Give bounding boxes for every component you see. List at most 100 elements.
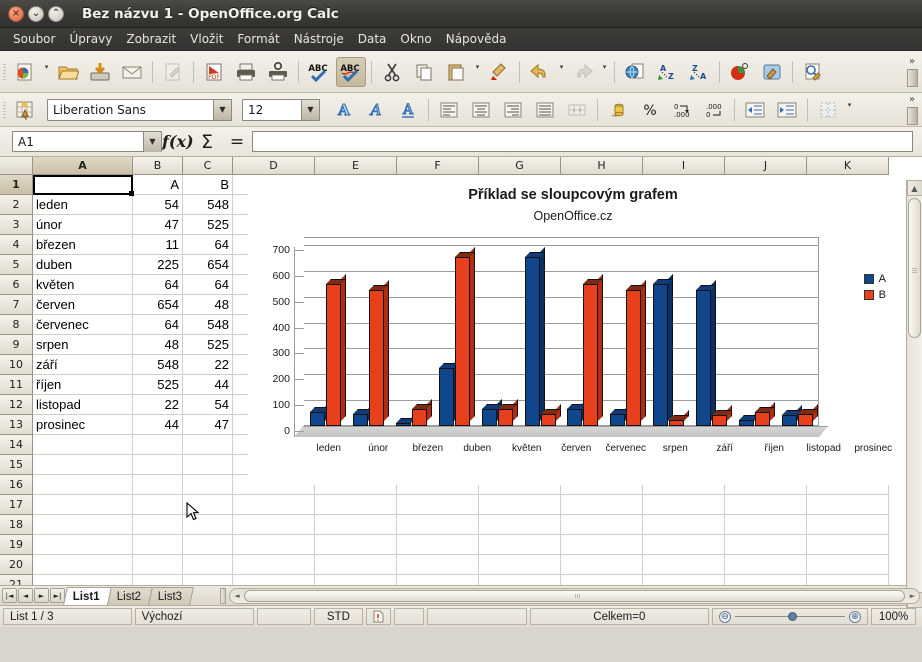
align-center-icon[interactable]: [466, 95, 496, 125]
cell-K21[interactable]: [807, 575, 889, 585]
cell-C6[interactable]: 64: [183, 275, 233, 295]
export-pdf-icon[interactable]: PDF: [199, 57, 229, 87]
cell-C19[interactable]: [183, 535, 233, 555]
draw-functions-icon[interactable]: [757, 57, 787, 87]
row-header-8[interactable]: 8: [0, 315, 33, 335]
italic-icon[interactable]: A: [361, 95, 391, 125]
cell-C16[interactable]: [183, 475, 233, 495]
column-header-c[interactable]: C: [183, 157, 233, 175]
cell-B19[interactable]: [133, 535, 183, 555]
cell-D21[interactable]: [233, 575, 315, 585]
horizontal-scroll-thumb[interactable]: [244, 589, 905, 602]
cell-B11[interactable]: 525: [133, 375, 183, 395]
sort-ascending-icon[interactable]: A Z: [652, 57, 682, 87]
decrease-indent-icon[interactable]: [740, 95, 770, 125]
styles-and-formatting-icon[interactable]: [10, 95, 40, 125]
cell-E18[interactable]: [315, 515, 397, 535]
name-box[interactable]: A1 ▼: [12, 131, 162, 152]
cell-K19[interactable]: [807, 535, 889, 555]
cell-B5[interactable]: 225: [133, 255, 183, 275]
digital-signature-field[interactable]: [393, 608, 425, 625]
row-header-10[interactable]: 10: [0, 355, 33, 375]
cell-A5[interactable]: duben: [33, 255, 133, 275]
row-header-18[interactable]: 18: [0, 515, 33, 535]
column-header-i[interactable]: I: [643, 157, 725, 175]
zoom-handle[interactable]: [787, 612, 797, 621]
cell-F18[interactable]: [397, 515, 479, 535]
menu-item-upravy[interactable]: Úpravy: [62, 30, 119, 48]
sheet-tab-list1[interactable]: List1: [63, 586, 112, 605]
row-header-1[interactable]: 1: [0, 175, 33, 195]
redo-dropdown-arrow[interactable]: ▾: [599, 63, 610, 80]
cell-A18[interactable]: [33, 515, 133, 535]
menu-item-napoveda[interactable]: Nápověda: [439, 30, 514, 48]
cell-B10[interactable]: 548: [133, 355, 183, 375]
clone-formatting-icon[interactable]: [484, 57, 514, 87]
zoom-slider[interactable]: ⊖ ⊕: [712, 608, 869, 625]
hyperlink-icon[interactable]: [620, 57, 650, 87]
cell-A8[interactable]: červenec: [33, 315, 133, 335]
cell-B2[interactable]: 54: [133, 195, 183, 215]
font-name-combo[interactable]: Liberation Sans ▼: [47, 98, 232, 121]
cell-A3[interactable]: únor: [33, 215, 133, 235]
row-header-7[interactable]: 7: [0, 295, 33, 315]
menu-item-vlozit[interactable]: Vložit: [183, 30, 230, 48]
paste-icon[interactable]: [441, 57, 471, 87]
chart-object[interactable]: Příklad se sloupcovým grafem OpenOffice.…: [248, 175, 898, 485]
formula-button[interactable]: =: [222, 132, 252, 152]
cell-F19[interactable]: [397, 535, 479, 555]
column-header-f[interactable]: F: [397, 157, 479, 175]
cell-C5[interactable]: 654: [183, 255, 233, 275]
align-right-icon[interactable]: [498, 95, 528, 125]
cell-B4[interactable]: 11: [133, 235, 183, 255]
justified-icon[interactable]: [530, 95, 560, 125]
cell-B18[interactable]: [133, 515, 183, 535]
previous-sheet-button[interactable]: ◄: [18, 588, 33, 603]
sheet-tab-list3[interactable]: List3: [148, 586, 195, 605]
cell-C17[interactable]: [183, 495, 233, 515]
menu-item-zobrazit[interactable]: Zobrazit: [119, 30, 183, 48]
cell-B1[interactable]: A: [133, 175, 183, 195]
cell-C8[interactable]: 548: [183, 315, 233, 335]
cut-icon[interactable]: [377, 57, 407, 87]
row-header-3[interactable]: 3: [0, 215, 33, 235]
cell-I20[interactable]: [643, 555, 725, 575]
column-header-d[interactable]: D: [233, 157, 315, 175]
row-header-13[interactable]: 13: [0, 415, 33, 435]
redo-icon[interactable]: [568, 57, 598, 87]
edit-file-icon[interactable]: [158, 57, 188, 87]
cell-A10[interactable]: září: [33, 355, 133, 375]
cell-H18[interactable]: [561, 515, 643, 535]
row-header-16[interactable]: 16: [0, 475, 33, 495]
name-box-dropdown-arrow[interactable]: ▼: [143, 131, 161, 152]
cell-H21[interactable]: [561, 575, 643, 585]
merge-cells-icon[interactable]: [562, 95, 592, 125]
cell-G18[interactable]: [479, 515, 561, 535]
cell-F21[interactable]: [397, 575, 479, 585]
bold-icon[interactable]: A: [329, 95, 359, 125]
borders-icon[interactable]: [813, 95, 843, 125]
scroll-up-button[interactable]: ▲: [906, 180, 922, 196]
page-style-field[interactable]: Výchozí: [134, 608, 255, 625]
cell-C1[interactable]: B: [183, 175, 233, 195]
cell-C4[interactable]: 64: [183, 235, 233, 255]
cell-E17[interactable]: [315, 495, 397, 515]
cell-B21[interactable]: [133, 575, 183, 585]
new-dropdown-arrow[interactable]: ▾: [41, 63, 52, 80]
cell-E20[interactable]: [315, 555, 397, 575]
cell-K17[interactable]: [807, 495, 889, 515]
formatting-toolbar-overflow[interactable]: »: [904, 93, 920, 126]
cell-J18[interactable]: [725, 515, 807, 535]
row-header-2[interactable]: 2: [0, 195, 33, 215]
row-header-9[interactable]: 9: [0, 335, 33, 355]
cell-C12[interactable]: 54: [183, 395, 233, 415]
cell-G20[interactable]: [479, 555, 561, 575]
cell-B16[interactable]: [133, 475, 183, 495]
cell-J19[interactable]: [725, 535, 807, 555]
font-size-combo[interactable]: 12 ▼: [242, 98, 320, 121]
column-header-b[interactable]: B: [133, 157, 183, 175]
cell-H19[interactable]: [561, 535, 643, 555]
row-header-4[interactable]: 4: [0, 235, 33, 255]
increase-indent-icon[interactable]: [772, 95, 802, 125]
cell-B14[interactable]: [133, 435, 183, 455]
